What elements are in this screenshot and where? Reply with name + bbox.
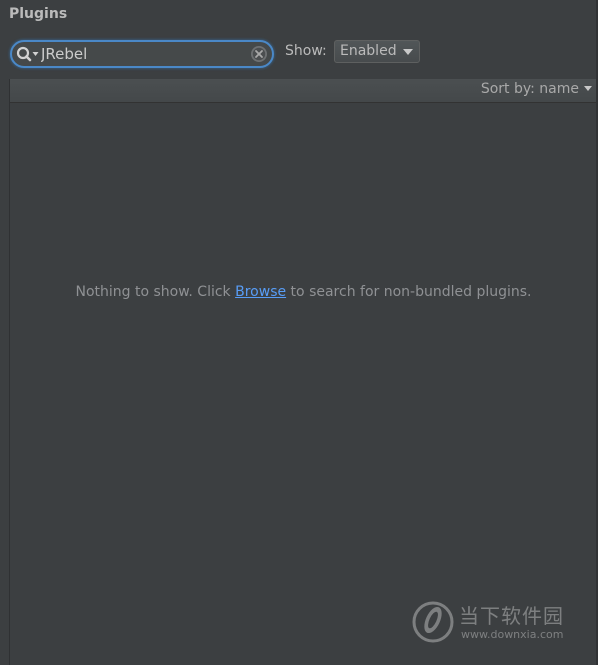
clear-icon[interactable] (250, 45, 268, 63)
plugins-title: Plugins (9, 6, 68, 22)
plugin-search-field[interactable] (10, 40, 274, 68)
search-input[interactable] (41, 42, 246, 66)
plugin-list: Sort by: name Nothing to show. Click Bro… (9, 79, 597, 665)
plugins-settings-page: Plugins Show: Enabled Sort by: nam (0, 0, 598, 665)
show-filter-label: Show: (285, 43, 327, 59)
show-filter-value: Enabled (340, 43, 397, 59)
search-icon[interactable] (16, 46, 42, 62)
empty-state-text-before: Nothing to show. Click (75, 284, 236, 300)
chevron-down-icon (584, 86, 592, 91)
watermark-url: www.downxia.com (461, 628, 564, 641)
sort-by-dropdown[interactable]: Sort by: name (481, 81, 593, 99)
chevron-down-icon (403, 49, 413, 55)
empty-state-message: Nothing to show. Click Browse to search … (10, 284, 597, 300)
watermark-name: 当下软件园 (459, 604, 564, 628)
sort-by-label: Sort by: name (480, 81, 579, 97)
empty-state-text-after: to search for non-bundled plugins. (286, 284, 532, 300)
watermark: 当下软件园 www.downxia.com (411, 598, 591, 646)
watermark-logo-icon (411, 598, 455, 644)
plugin-list-header: Sort by: name (10, 79, 597, 103)
show-filter-dropdown[interactable]: Enabled (334, 40, 420, 63)
browse-link[interactable]: Browse (235, 284, 286, 300)
